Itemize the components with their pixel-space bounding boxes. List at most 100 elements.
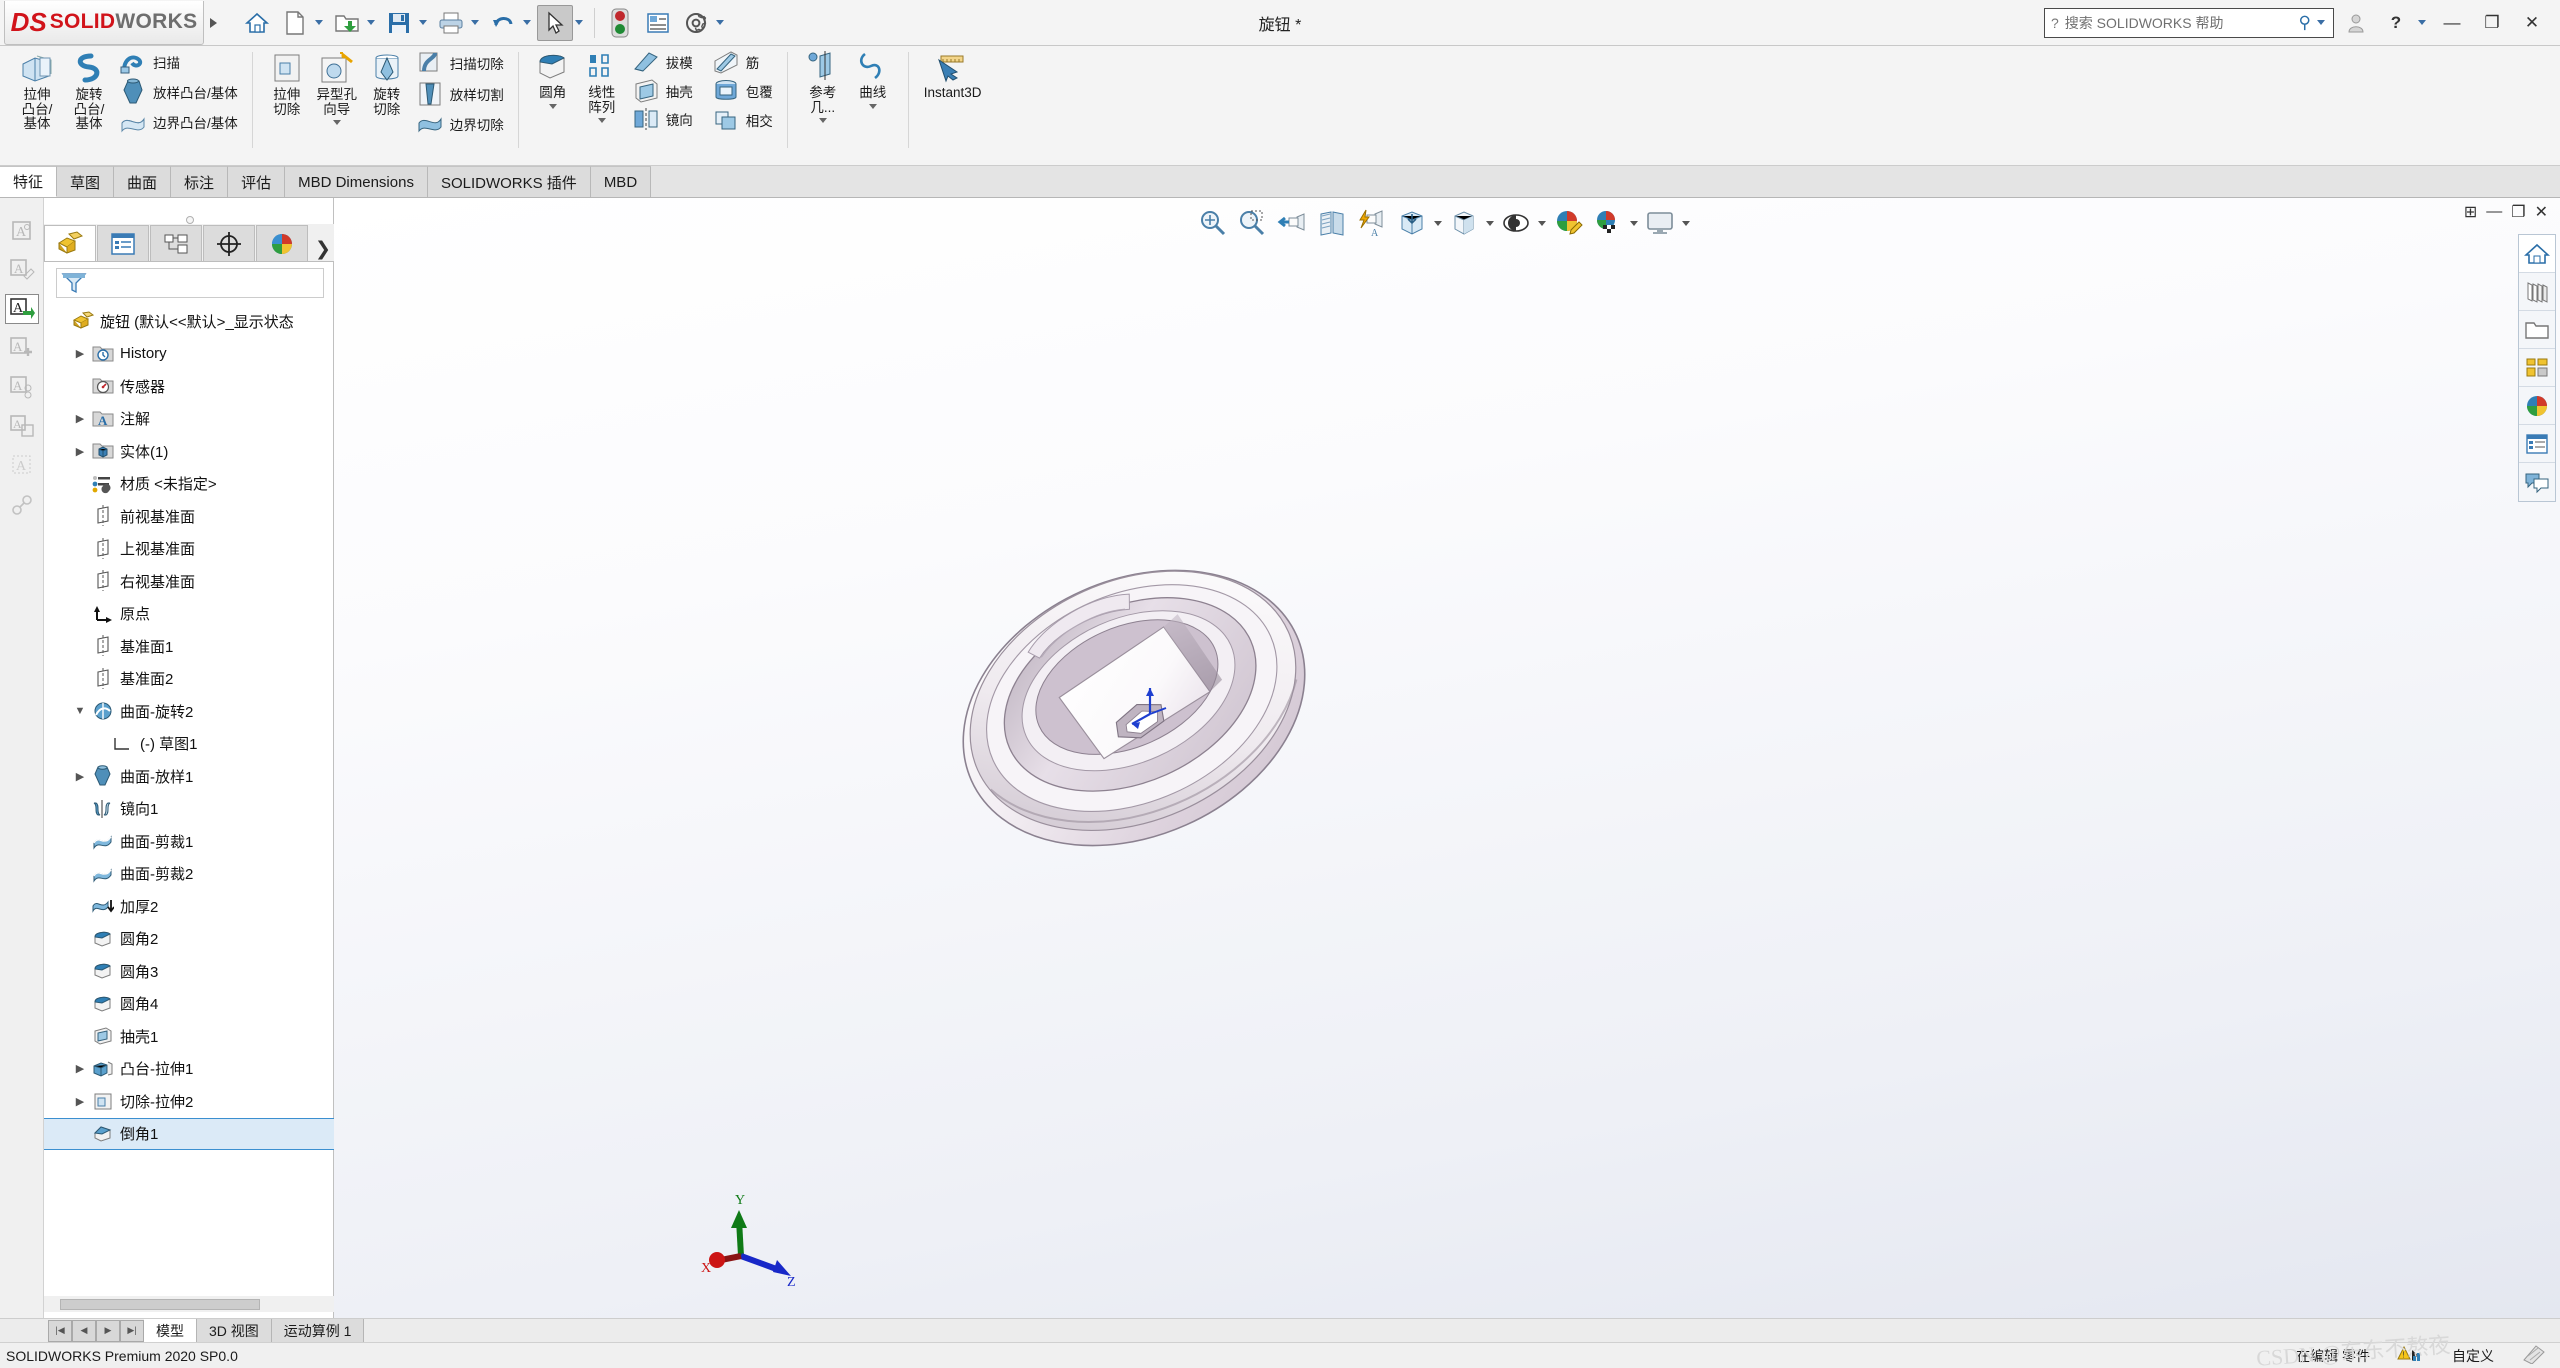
view-settings-caret-icon[interactable] [1682, 220, 1690, 226]
sweep-cut-command[interactable]: 扫描切除 [411, 48, 508, 78]
apply-scene-icon[interactable] [1590, 205, 1626, 241]
close-document-icon[interactable]: ✕ [2535, 202, 2548, 222]
shell-command[interactable]: 抽壳 [627, 77, 697, 105]
annotation-link-icon[interactable] [5, 489, 39, 519]
expand-arrow-icon[interactable]: ▶ [70, 1095, 90, 1108]
tab-surfaces[interactable]: 曲面 [114, 166, 172, 197]
annotation-pattern-icon[interactable]: A [5, 450, 39, 480]
restore-down-document-icon[interactable]: ⊞ [2464, 202, 2477, 222]
tree-item[interactable]: ▶ A 注解 [44, 403, 334, 436]
revolve-boss-command[interactable]: 旋转 凸台/基体 [64, 48, 114, 134]
tree-item[interactable]: 加厚2 [44, 890, 334, 923]
home-icon[interactable] [239, 5, 275, 41]
view-orientation-icon[interactable] [1394, 205, 1430, 241]
feature-tree-filter-input[interactable] [56, 268, 324, 298]
print-caret-icon[interactable] [471, 20, 479, 25]
tree-item[interactable]: 曲面-剪裁1 [44, 825, 334, 858]
boundary-cut-command[interactable]: 边界切除 [411, 110, 508, 138]
gear-icon[interactable] [678, 5, 714, 41]
expand-arrow-icon[interactable]: ▶ [70, 445, 90, 458]
collapse-arrow-icon[interactable]: ▼ [70, 705, 90, 717]
linear-pattern-command[interactable]: 线性 阵列 [577, 48, 627, 125]
custom-properties-icon[interactable] [2519, 425, 2555, 463]
open-document-icon[interactable] [329, 5, 365, 41]
annotation-save-icon[interactable]: A [5, 411, 39, 441]
user-icon[interactable] [2338, 6, 2374, 40]
save-icon[interactable] [381, 5, 417, 41]
tree-item[interactable]: 右视基准面 [44, 565, 334, 598]
previous-view-icon[interactable] [1274, 205, 1310, 241]
help-caret-icon[interactable] [2418, 20, 2426, 25]
restore-button[interactable]: ❐ [2474, 6, 2510, 40]
rebuild-icon[interactable] [602, 5, 638, 41]
hide-show-items-caret-icon[interactable] [1538, 220, 1546, 226]
tree-item[interactable]: ▶ 实体(1) [44, 435, 334, 468]
status-grip-icon[interactable] [2520, 1344, 2546, 1367]
display-style-icon[interactable] [1446, 205, 1482, 241]
curves-caret-icon[interactable] [868, 103, 877, 109]
minimize-document-icon[interactable]: — [2486, 203, 2502, 221]
appearances-scenes-icon[interactable] [2519, 387, 2555, 425]
loft-cut-command[interactable]: 放样切割 [411, 79, 508, 109]
fillet-caret-icon[interactable] [548, 103, 557, 109]
hide-show-items-icon[interactable] [1498, 205, 1534, 241]
extrude-boss-command[interactable]: 拉伸 凸台/基体 [10, 48, 64, 134]
feature-tree-horizontal-scrollbar[interactable] [44, 1296, 334, 1312]
expand-arrow-icon[interactable]: ▶ [70, 1062, 90, 1075]
first-tab-button[interactable]: |◀ [48, 1319, 72, 1342]
reference-geometry-command[interactable]: 参考 几... [798, 48, 848, 125]
revolve-cut-command[interactable]: 旋转 切除 [363, 48, 411, 119]
search-input[interactable]: ? 搜索 SOLIDWORKS 帮助 ⚲ [2044, 7, 2334, 38]
tab-solidworks-addins[interactable]: SOLIDWORKS 插件 [427, 166, 591, 197]
open-document-caret-icon[interactable] [367, 20, 375, 25]
hole-wizard-command[interactable]: 异型孔 向导 [311, 48, 363, 127]
fillet-command[interactable]: 圆角 [529, 48, 577, 111]
3d-model-knob[interactable] [874, 518, 1394, 898]
tab-features[interactable]: 特征 [0, 166, 58, 197]
instant3d-command[interactable]: Instant3D [919, 48, 987, 103]
display-style-caret-icon[interactable] [1486, 220, 1494, 226]
doc-tab-model[interactable]: 模型 [144, 1319, 197, 1342]
feature-tree-tab[interactable] [44, 225, 96, 261]
tree-item[interactable]: 基准面1 [44, 630, 334, 663]
annotation-attach-icon[interactable]: A [5, 372, 39, 402]
annotation-new-icon[interactable]: A [5, 216, 39, 246]
scroll-thumb[interactable] [60, 1299, 260, 1310]
annotation-edit-icon[interactable]: A [5, 255, 39, 285]
close-button[interactable]: ✕ [2514, 6, 2550, 40]
doc-tab-motion-study[interactable]: 运动算例 1 [271, 1319, 365, 1342]
apply-scene-caret-icon[interactable] [1630, 220, 1638, 226]
tree-item[interactable]: ▶ 切除-拉伸2 [44, 1085, 334, 1118]
expand-arrow-icon[interactable]: ▶ [70, 412, 90, 425]
tree-item[interactable]: 材质 <未指定> [44, 468, 334, 501]
search-icon[interactable]: ⚲ [2299, 13, 2311, 33]
tree-item[interactable]: ▶ History [44, 338, 334, 371]
tree-item[interactable]: ▼ 曲面-旋转2 [44, 695, 334, 728]
sweep-command[interactable]: 扫描 [114, 48, 242, 76]
tab-markup[interactable]: 标注 [171, 166, 229, 197]
display-manager-tab[interactable] [256, 225, 308, 261]
boundary-boss-command[interactable]: 边界凸台/基体 [114, 108, 242, 136]
minimize-button[interactable]: — [2434, 6, 2470, 40]
dimxpert-manager-tab[interactable] [203, 225, 255, 261]
reference-geometry-caret-icon[interactable] [818, 118, 827, 124]
mirror-command[interactable]: 镜向 [627, 106, 697, 132]
tree-item[interactable]: 上视基准面 [44, 533, 334, 566]
tab-sketch[interactable]: 草图 [57, 166, 115, 197]
intersect-command[interactable]: 相交 [707, 106, 777, 134]
annotation-add-icon[interactable]: A [5, 333, 39, 363]
next-tab-button[interactable]: ▶ [96, 1319, 120, 1342]
search-caret-icon[interactable] [2317, 20, 2325, 25]
loft-boss-command[interactable]: 放样凸台/基体 [114, 77, 242, 107]
new-document-caret-icon[interactable] [315, 20, 323, 25]
extrude-cut-command[interactable]: 拉伸 切除 [263, 48, 311, 119]
save-caret-icon[interactable] [419, 20, 427, 25]
tree-item[interactable]: 抽壳1 [44, 1020, 334, 1053]
forum-icon[interactable] [2519, 463, 2555, 501]
gear-caret-icon[interactable] [716, 20, 724, 25]
tree-item[interactable]: (-) 草图1 [44, 728, 334, 761]
tab-evaluate[interactable]: 评估 [228, 166, 286, 197]
view-orientation-caret-icon[interactable] [1434, 220, 1442, 226]
tree-item[interactable]: 传感器 [44, 370, 334, 403]
file-explorer-icon[interactable] [2519, 311, 2555, 349]
